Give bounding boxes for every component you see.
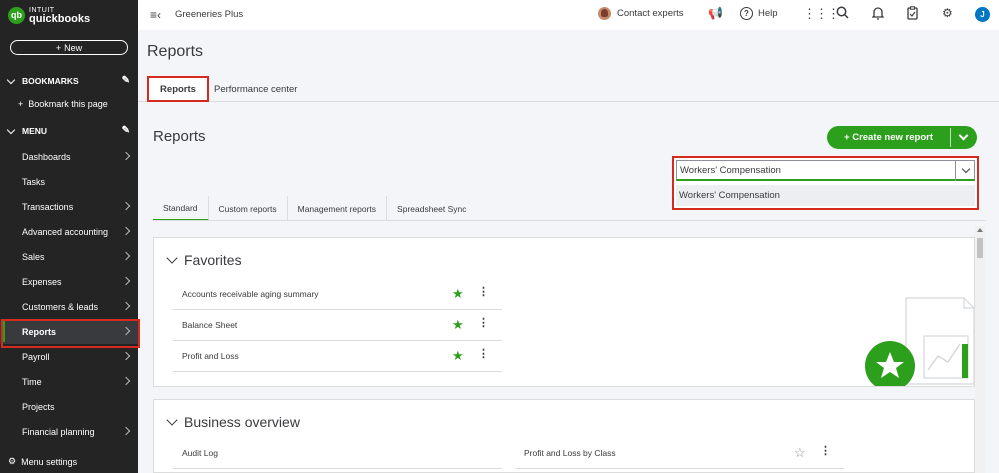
star-filled-icon[interactable]: ★ [452,348,464,364]
sidebar-item-customers-leads[interactable]: Customers & leads [0,294,138,319]
chevron-right-icon [121,276,131,286]
scrollbar-thumb[interactable] [977,238,983,258]
collapse-menu-icon[interactable]: ≡‹ [150,8,161,22]
plus-icon: + [18,99,24,109]
favorites-section: Favorites Accounts receivable aging summ… [153,237,975,387]
report-search-dropdown: Workers' Compensation [672,156,979,210]
business-overview-toggle[interactable]: Business overview [166,413,300,430]
edit-menu-icon[interactable]: ✎ [122,125,130,136]
chevron-right-icon [121,151,131,161]
page-title: Reports [147,43,204,60]
new-button[interactable]: + New [10,40,128,55]
chevron-down-icon [6,125,16,134]
expert-avatar-icon [598,7,611,20]
report-row[interactable]: Accounts receivable aging summary ★ ⋮ [173,279,502,310]
edit-bookmarks-icon[interactable]: ✎ [122,75,130,86]
chevron-right-icon [121,426,131,436]
gear-icon: ⚙ [8,456,17,466]
report-search-input[interactable] [676,160,975,181]
apps-grid-icon[interactable]: ⋮⋮⋮ [803,6,840,22]
sidebar-item-sales[interactable]: Sales [0,244,138,269]
more-options-icon[interactable]: ⋮ [478,349,489,360]
sidebar-item-reports[interactable]: Reports [0,319,140,348]
tab-management-reports[interactable]: Management reports [288,196,388,221]
tab-spreadsheet-sync[interactable]: Spreadsheet Sync [387,196,476,221]
report-row[interactable]: Balance Sheet ★ ⋮ [173,310,502,341]
tab-performance-center[interactable]: Performance center [214,76,297,102]
report-category-tabs: Standard Custom reports Management repor… [153,196,477,221]
notifications-bell-icon[interactable] [871,6,885,23]
page-tabs: Reports Performance center [138,76,999,102]
sidebar-item-projects[interactable]: Projects [0,394,138,419]
search-suggestion-option[interactable]: Workers' Compensation [676,185,975,206]
chevron-right-icon [121,301,131,311]
scroll-up-arrow-icon[interactable] [977,228,983,232]
chevron-down-icon [961,164,970,174]
tab-custom-reports[interactable]: Custom reports [209,196,288,221]
chevron-right-icon [121,251,131,261]
user-avatar[interactable]: J [975,7,990,22]
chevron-down-icon[interactable] [958,130,969,141]
chevron-right-icon [121,376,131,386]
favorites-illustration-icon [865,297,974,386]
chevron-down-icon [166,413,178,426]
more-options-icon[interactable]: ⋮ [820,446,831,457]
chevron-down-icon [166,251,178,264]
search-dropdown-toggle[interactable] [955,160,975,181]
report-row[interactable]: Profit and Loss by Class ☆ ⋮ [515,438,844,469]
bookmarks-section-toggle[interactable]: BOOKMARKS ✎ [6,74,132,88]
chevron-right-icon [121,226,131,236]
bookmark-this-page[interactable]: + Bookmark this page [18,99,108,109]
sidebar-item-payroll[interactable]: Payroll [0,344,138,369]
tab-reports[interactable]: Reports [147,76,209,102]
settings-gear-icon[interactable]: ⚙ [942,6,953,20]
chevron-down-icon [6,75,16,84]
sidebar-item-tasks[interactable]: Tasks [0,169,138,194]
quickbooks-logo[interactable]: qb INTUIT quickbooks [8,6,91,25]
chevron-right-icon [121,351,131,361]
report-row[interactable]: Profit and Loss ★ ⋮ [173,341,502,372]
contact-experts-button[interactable]: Contact experts [598,7,684,20]
qb-logo-icon: qb [8,6,25,24]
company-name: Greeneries Plus [175,9,244,20]
more-options-icon[interactable]: ⋮ [478,287,489,298]
star-outline-icon[interactable]: ☆ [794,445,806,461]
report-row[interactable]: Audit Log [173,438,502,469]
megaphone-icon[interactable]: 📢 [708,6,723,20]
sidebar-item-advanced-accounting[interactable]: Advanced accounting [0,219,138,244]
sidebar-item-transactions[interactable]: Transactions [0,194,138,219]
content-scrollbar[interactable] [975,226,985,473]
menu-settings-button[interactable]: ⚙ Menu settings [8,456,77,467]
search-icon[interactable] [836,6,849,22]
chevron-right-icon [121,326,131,336]
quickbooks-label: quickbooks [29,13,91,25]
sidebar-nav: Dashboards Tasks Transactions Advanced a… [0,144,140,444]
sidebar-item-time[interactable]: Time [0,369,138,394]
clipboard-icon[interactable] [907,6,918,23]
top-bar: ≡‹ Greeneries Plus Contact experts 📢 ? H… [138,0,999,30]
sidebar-item-financial-planning[interactable]: Financial planning [0,419,138,444]
sidebar-item-expenses[interactable]: Expenses [0,269,138,294]
tab-standard[interactable]: Standard [153,196,209,221]
more-options-icon[interactable]: ⋮ [478,318,489,329]
help-icon: ? [740,7,753,20]
reports-heading: Reports [153,128,206,145]
sidebar: qb INTUIT quickbooks + New BOOKMARKS ✎ +… [0,0,140,473]
menu-section-toggle[interactable]: MENU ✎ [6,124,132,138]
business-overview-section: Business overview Audit Log Profit and L… [153,399,975,473]
plus-icon: + [55,42,62,53]
chevron-right-icon [121,201,131,211]
star-filled-icon[interactable]: ★ [452,317,464,333]
create-new-report-button[interactable]: + Create new report [827,126,977,149]
star-filled-icon[interactable]: ★ [452,286,464,302]
favorites-toggle[interactable]: Favorites [166,251,242,268]
sidebar-item-dashboards[interactable]: Dashboards [0,144,138,169]
help-button[interactable]: ? Help [740,7,778,20]
